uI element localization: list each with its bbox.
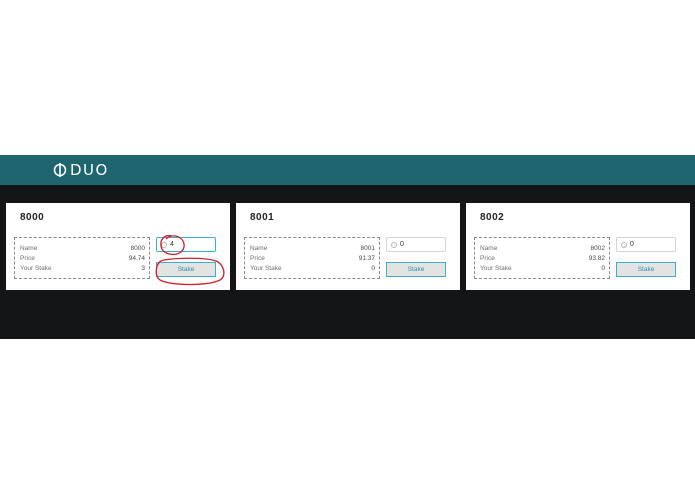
- info-box: Name 8002 Price 93.82 Your Stake 0: [474, 237, 610, 279]
- price-row: Price 93.82: [480, 255, 605, 264]
- price-row: Price 94.74: [20, 255, 145, 264]
- name-value: 8001: [360, 245, 375, 252]
- app-header: DUO: [0, 155, 695, 185]
- duo-logo[interactable]: DUO: [53, 161, 109, 179]
- name-label: Name: [20, 245, 38, 252]
- price-label: Price: [480, 255, 495, 262]
- card-title: 8001: [250, 212, 275, 223]
- info-box: Name 8000 Price 94.74 Your Stake 3: [14, 237, 150, 279]
- your-stake-label: Your Stake: [20, 265, 52, 272]
- price-value: 94.74: [128, 255, 145, 262]
- stake-input-value: 0: [630, 241, 634, 248]
- your-stake-label: Your Stake: [480, 265, 512, 272]
- stake-input-value: 4: [170, 241, 174, 248]
- price-label: Price: [20, 255, 35, 262]
- duo-logo-icon: [53, 163, 67, 177]
- your-stake-value: 0: [601, 265, 605, 272]
- name-value: 8000: [130, 245, 145, 252]
- name-row: Name 8001: [250, 245, 375, 254]
- name-row: Name 8000: [20, 245, 145, 254]
- price-value: 91.37: [358, 255, 375, 262]
- name-row: Name 8002: [480, 245, 605, 254]
- name-value: 8002: [590, 245, 605, 252]
- coin-icon: [161, 241, 167, 248]
- coin-icon: [391, 241, 397, 248]
- stake-input-value: 0: [400, 241, 404, 248]
- your-stake-value: 0: [371, 265, 375, 272]
- stake-row: Your Stake 0: [250, 265, 375, 274]
- stake-button[interactable]: Stake: [156, 262, 216, 277]
- card-8002: 8002 Name 8002 Price 93.82 Your Stake 0 …: [466, 203, 690, 290]
- stake-amount-input[interactable]: 4: [156, 237, 216, 252]
- stake-row: Your Stake 3: [20, 265, 145, 274]
- price-label: Price: [250, 255, 265, 262]
- info-box: Name 8001 Price 91.37 Your Stake 0: [244, 237, 380, 279]
- price-row: Price 91.37: [250, 255, 375, 264]
- coin-icon: [621, 241, 627, 248]
- stake-amount-input[interactable]: 0: [616, 237, 676, 252]
- card-8000: 8000 Name 8000 Price 94.74 Your Stake 3 …: [6, 203, 230, 290]
- card-title: 8000: [20, 212, 45, 223]
- stake-button[interactable]: Stake: [386, 262, 446, 277]
- name-label: Name: [250, 245, 268, 252]
- your-stake-label: Your Stake: [250, 265, 282, 272]
- your-stake-value: 3: [141, 265, 145, 272]
- stake-row: Your Stake 0: [480, 265, 605, 274]
- card-8001: 8001 Name 8001 Price 91.37 Your Stake 0 …: [236, 203, 460, 290]
- main-content: 8000 Name 8000 Price 94.74 Your Stake 3 …: [0, 185, 695, 339]
- stake-button[interactable]: Stake: [616, 262, 676, 277]
- price-value: 93.82: [588, 255, 605, 262]
- card-title: 8002: [480, 212, 505, 223]
- name-label: Name: [480, 245, 498, 252]
- stake-amount-input[interactable]: 0: [386, 237, 446, 252]
- logo-text: DUO: [70, 161, 109, 179]
